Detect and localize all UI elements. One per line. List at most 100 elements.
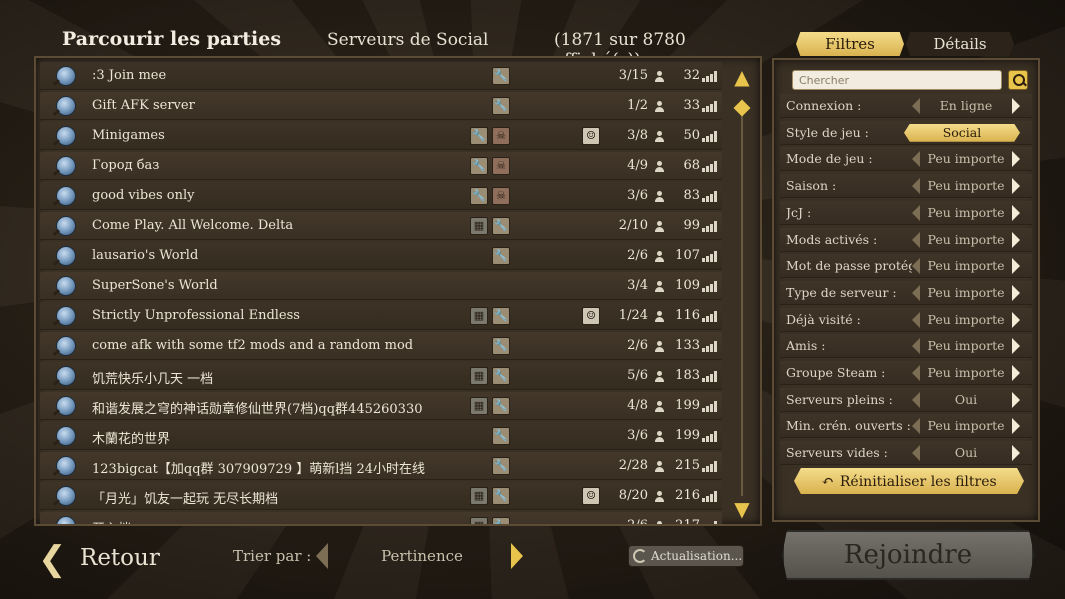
- page-title: Parcourir les parties: [62, 28, 282, 50]
- server-name: 「月光」饥友一起玩 无尽长期档: [92, 492, 279, 507]
- filter-next-arrow-icon[interactable]: [1012, 418, 1022, 435]
- filter-previous-arrow-icon[interactable]: [910, 338, 920, 355]
- server-row[interactable]: 123bigcat【加qq群 307909729 】萌新l挡 24小时在线 🔧 2/…: [40, 452, 722, 480]
- ping-value: 116: [675, 308, 700, 323]
- skull-tag-icon: ☠: [492, 187, 510, 205]
- filter-next-arrow-icon[interactable]: [1012, 338, 1022, 355]
- sort-next-arrow-icon[interactable]: [511, 543, 523, 569]
- filter-row: Groupe Steam : Peu importe: [780, 361, 1032, 385]
- server-row[interactable]: 「月光」饥友一起玩 无尽长期档 ▦ 🔧 ☺ 8/20 216: [40, 482, 722, 510]
- server-row[interactable]: good vibes only 🔧 ☠ 3/6 83: [40, 182, 722, 210]
- scroll-track[interactable]: [741, 100, 743, 496]
- ping-value: 133: [675, 338, 700, 353]
- server-row[interactable]: Gift AFK server 🔧 1/2 33: [40, 92, 722, 120]
- filter-row: Déjà visité : Peu importe: [780, 307, 1032, 332]
- filter-next-arrow-icon[interactable]: [1012, 445, 1022, 462]
- server-row[interactable]: come afk with some tf2 mods and a random…: [40, 332, 722, 360]
- filter-row: Serveurs pleins : Oui: [780, 387, 1032, 412]
- server-globe-icon: [56, 306, 76, 326]
- server-row[interactable]: :3 Join mee 🔧 3/15 32: [40, 62, 722, 90]
- filter-label: Saison :: [786, 178, 837, 194]
- filter-previous-arrow-icon[interactable]: [910, 204, 920, 221]
- person-icon: [654, 251, 665, 262]
- filter-previous-arrow-icon[interactable]: [910, 231, 920, 248]
- person-icon: [654, 71, 665, 82]
- filter-previous-arrow-icon[interactable]: [910, 258, 920, 275]
- server-row[interactable]: 开心档▦ 🔧 2/6 217: [40, 512, 722, 526]
- filter-previous-arrow-icon[interactable]: [910, 311, 920, 328]
- tab-filters[interactable]: Filtres: [796, 32, 904, 56]
- filter-next-arrow-icon[interactable]: [1012, 204, 1022, 221]
- ping-value: 183: [675, 368, 700, 383]
- server-row[interactable]: 木蘭花的世界 🔧 3/6 199: [40, 422, 722, 450]
- wrench-tag-icon: 🔧: [492, 457, 510, 475]
- filter-row: Serveurs vides : Oui: [780, 441, 1032, 466]
- server-globe-icon: [56, 396, 76, 416]
- back-button[interactable]: ❮ Retour: [38, 535, 168, 583]
- server-row[interactable]: Come Play. All Welcome. Delta ▦ 🔧 2/10 99: [40, 212, 722, 240]
- filter-previous-arrow-icon[interactable]: [910, 365, 920, 381]
- filter-next-arrow-icon[interactable]: [1012, 284, 1022, 301]
- cave-tag-icon: ▦: [470, 307, 488, 325]
- signal-bars-icon: [702, 281, 717, 292]
- ping-value: 33: [683, 98, 700, 113]
- refresh-button[interactable]: Actualisation...: [628, 545, 744, 567]
- reset-filters-button[interactable]: ↶ Réinitialiser les filtres: [794, 468, 1024, 494]
- filter-next-arrow-icon[interactable]: [1012, 178, 1022, 195]
- search-input[interactable]: Chercher: [792, 70, 1002, 90]
- server-row[interactable]: 和谐发展之穹的神话勋章修仙世界(7档)qq群445260330 ▦ 🔧 4/8 199: [40, 392, 722, 420]
- filter-label: Style de jeu :: [786, 124, 869, 140]
- filter-next-arrow-icon[interactable]: [1012, 231, 1022, 248]
- ping-value: 32: [683, 68, 700, 83]
- back-label: Retour: [80, 545, 160, 571]
- server-globe-icon: [56, 126, 76, 146]
- server-row[interactable]: SuperSone's World 3/4 109: [40, 272, 722, 300]
- person-icon: [654, 131, 665, 142]
- filter-label: Serveurs pleins :: [786, 391, 893, 407]
- filter-previous-arrow-icon[interactable]: [910, 391, 920, 408]
- signal-bars-icon: [702, 161, 717, 172]
- wrench-tag-icon: 🔧: [492, 487, 510, 505]
- server-row[interactable]: 饥荒快乐小几天 一档 ▦ 🔧 5/6 183: [40, 362, 722, 390]
- ping-value: 50: [683, 128, 700, 143]
- filter-previous-arrow-icon[interactable]: [910, 178, 920, 195]
- filter-next-arrow-icon[interactable]: [1012, 311, 1022, 328]
- server-row[interactable]: lausario's World 🔧 2/6 107: [40, 242, 722, 270]
- reset-filters-label: Réinitialiser les filtres: [839, 474, 997, 490]
- server-row[interactable]: Strictly Unprofessional Endless ▦ 🔧 ☺ 1/24 11…: [40, 302, 722, 330]
- filter-previous-arrow-icon[interactable]: [910, 418, 920, 435]
- server-row[interactable]: Minigames 🔧 ☠ ☺ 3/8 50: [40, 122, 722, 150]
- search-icon[interactable]: [1008, 70, 1028, 90]
- filter-previous-arrow-icon[interactable]: [910, 445, 920, 462]
- server-row[interactable]: Город баз 🔧 ☠ 4/9 68: [40, 152, 722, 180]
- player-count: 2/6: [627, 518, 648, 526]
- scroll-up-arrow-icon[interactable]: ▲: [731, 66, 753, 88]
- server-category-title: Serveurs de Social: [327, 30, 489, 50]
- filter-value: Peu importe: [927, 365, 1005, 380]
- filter-next-arrow-icon[interactable]: [1012, 391, 1022, 408]
- scroll-thumb[interactable]: [733, 99, 751, 117]
- filter-previous-arrow-icon[interactable]: [910, 284, 920, 301]
- filter-label: JcJ :: [786, 204, 812, 220]
- person-icon: [654, 341, 665, 352]
- filter-label: Déjà visité :: [786, 311, 861, 327]
- filter-next-arrow-icon[interactable]: [1012, 98, 1022, 114]
- signal-bars-icon: [702, 101, 717, 112]
- ping-value: 217: [675, 518, 700, 526]
- filter-previous-arrow-icon[interactable]: [910, 98, 920, 114]
- filter-previous-arrow-icon[interactable]: [910, 151, 920, 168]
- filter-next-arrow-icon[interactable]: [1012, 365, 1022, 381]
- filter-row: Saison : Peu importe: [780, 174, 1032, 199]
- sort-previous-arrow-icon[interactable]: [316, 543, 328, 569]
- cave-tag-icon: ▦: [470, 367, 488, 385]
- scroll-down-arrow-icon[interactable]: ▼: [731, 498, 753, 520]
- player-count: 5/6: [627, 368, 648, 383]
- filter-next-arrow-icon[interactable]: [1012, 258, 1022, 275]
- filter-value[interactable]: Social: [904, 123, 1020, 142]
- join-button[interactable]: Rejoindre: [782, 530, 1034, 580]
- filter-next-arrow-icon[interactable]: [1012, 151, 1022, 168]
- person-icon: [654, 101, 665, 112]
- tab-details[interactable]: Détails: [906, 32, 1014, 56]
- server-name: good vibes only: [92, 188, 195, 203]
- character-portrait-icon: ☺: [582, 307, 600, 325]
